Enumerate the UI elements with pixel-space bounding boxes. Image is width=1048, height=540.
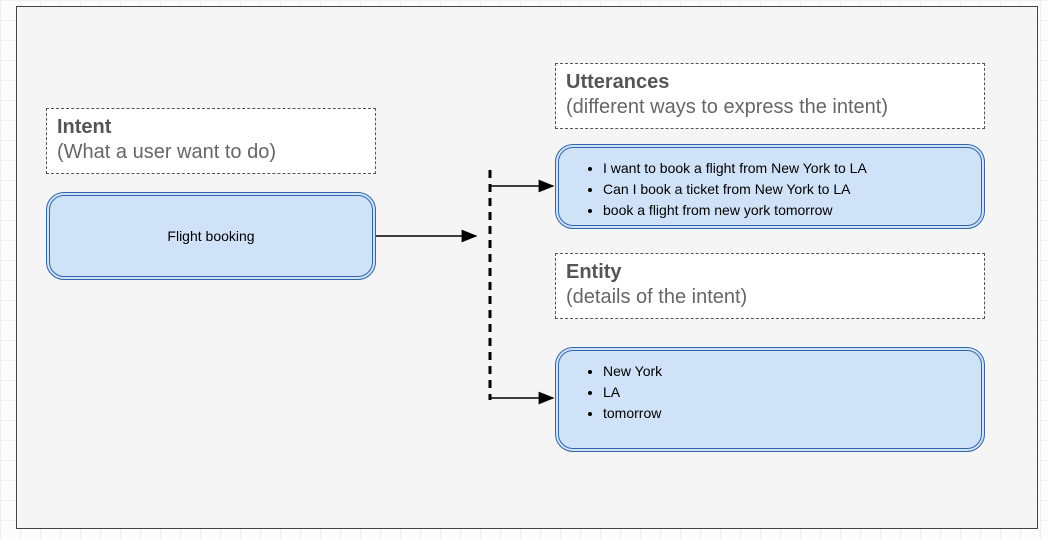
entity-list: New York LA tomorrow bbox=[567, 361, 973, 424]
entity-header-box: Entity (details of the intent) bbox=[555, 253, 985, 319]
entity-title: Entity bbox=[566, 260, 974, 285]
intent-title: Intent bbox=[57, 115, 365, 140]
utterances-title: Utterances bbox=[566, 70, 974, 95]
utterances-header-box: Utterances (different ways to express th… bbox=[555, 63, 985, 129]
intent-header-box: Intent (What a user want to do) bbox=[46, 108, 376, 174]
list-item: LA bbox=[603, 382, 973, 403]
intent-value-text: Flight booking bbox=[58, 200, 364, 272]
list-item: New York bbox=[603, 361, 973, 382]
utterances-subtitle: (different ways to express the intent) bbox=[566, 95, 974, 120]
list-item: Can I book a ticket from New York to LA bbox=[603, 179, 973, 200]
utterances-list: I want to book a flight from New York to… bbox=[567, 158, 973, 221]
list-item: tomorrow bbox=[603, 403, 973, 424]
entity-list-box: New York LA tomorrow bbox=[555, 347, 985, 452]
list-item: I want to book a flight from New York to… bbox=[603, 158, 973, 179]
intent-value-box: Flight booking bbox=[46, 192, 376, 280]
utterances-list-box: I want to book a flight from New York to… bbox=[555, 144, 985, 229]
list-item: book a flight from new york tomorrow bbox=[603, 200, 973, 221]
entity-subtitle: (details of the intent) bbox=[566, 285, 974, 310]
intent-subtitle: (What a user want to do) bbox=[57, 140, 365, 165]
